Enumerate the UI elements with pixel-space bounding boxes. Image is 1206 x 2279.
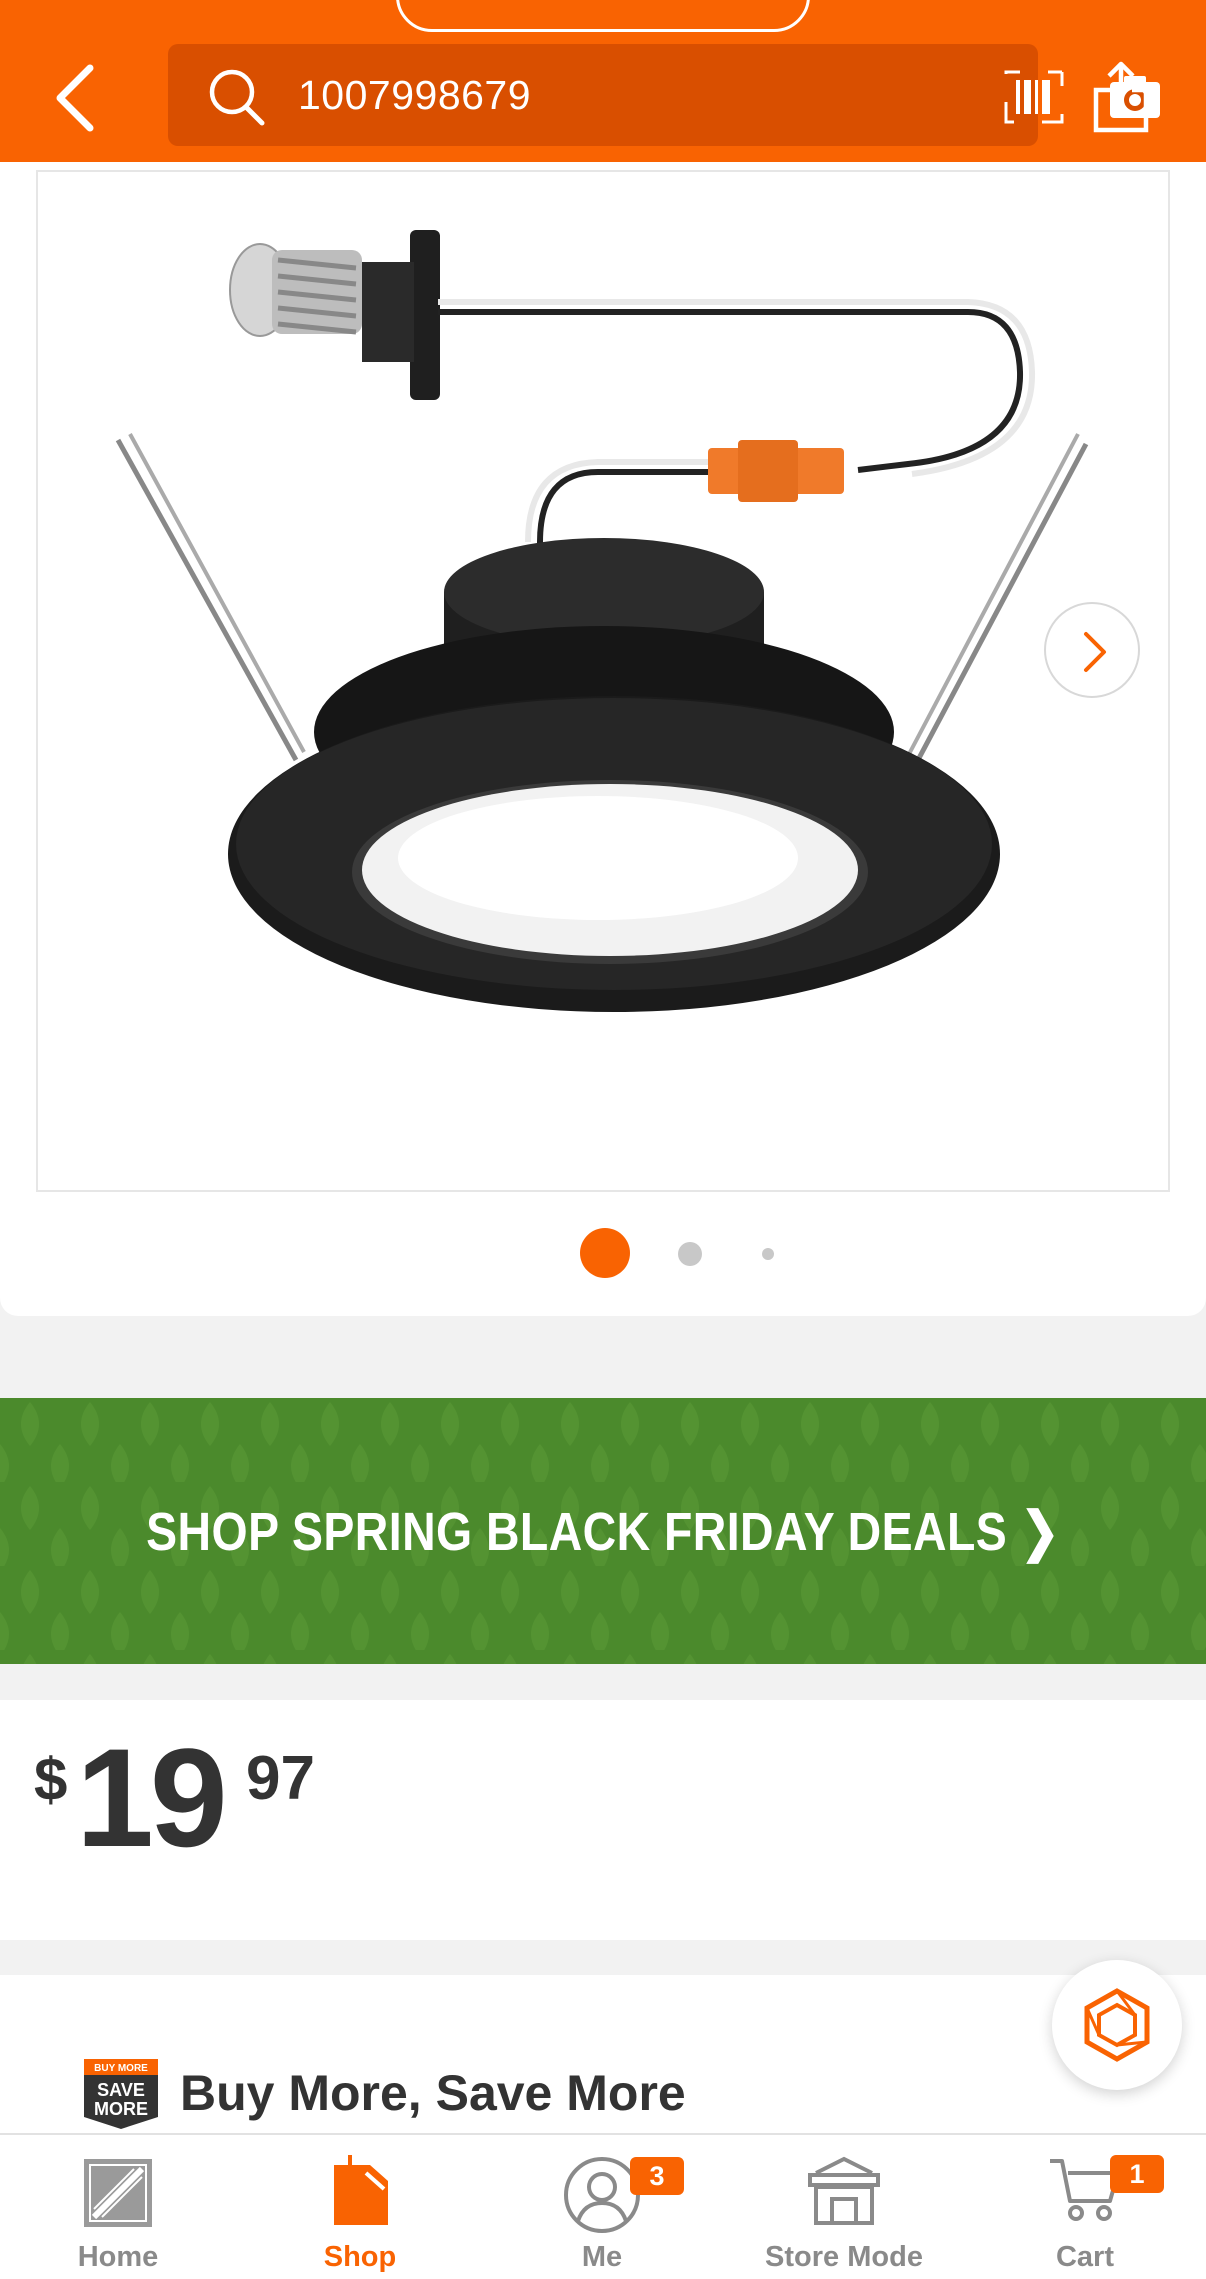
store-icon [808, 2156, 880, 2225]
buy-more-save-more-section[interactable]: BUY MORE SAVE MORE Buy More, Save More [0, 1975, 1206, 2135]
product-image[interactable] [36, 170, 1170, 1192]
tab-store-mode[interactable]: Store Mode [744, 2135, 944, 2279]
tab-cart-label: Cart [1055, 2241, 1114, 2273]
tab-me[interactable]: 3 Me [512, 2135, 692, 2279]
gallery-dot[interactable] [762, 1248, 774, 1260]
badge-line-2: SAVE [97, 2080, 145, 2100]
buy-more-save-more-badge-icon: BUY MORE SAVE MORE [84, 2059, 158, 2129]
tab-me-label: Me [581, 2241, 623, 2273]
hexagon-assistant-icon [1084, 1988, 1150, 2062]
gallery-dot-active[interactable] [580, 1228, 630, 1278]
cart-count-badge: 1 [1110, 2155, 1164, 2193]
back-button[interactable] [48, 58, 108, 138]
top-app-bar: 1007998679 [0, 0, 1206, 162]
share-icon [1093, 61, 1149, 133]
search-icon [209, 69, 265, 126]
tab-store-mode-label: Store Mode [765, 2241, 923, 2273]
search-query-text[interactable]: 1007998679 [298, 69, 531, 121]
tab-cart[interactable]: 1 Cart [1000, 2135, 1170, 2279]
next-image-button[interactable] [1044, 602, 1140, 698]
tab-shop-label: Shop [323, 2241, 397, 2273]
recessed-downlight-image [115, 230, 1089, 1012]
banner-text: SHOP SPRING BLACK FRIDAY DEALS ❯ [146, 1501, 1060, 1562]
product-image-card [0, 162, 1206, 1316]
top-pill-button[interactable] [396, 0, 810, 32]
shop-icon [334, 2155, 388, 2225]
price-cents: 97 [246, 1744, 315, 1813]
chevron-right-icon [1084, 632, 1106, 672]
assistant-fab-button[interactable] [1052, 1960, 1182, 2090]
bottom-tab-bar: Home Shop 3 Me Store Mode 1 Cart [0, 2133, 1206, 2279]
promo-banner[interactable]: SHOP SPRING BLACK FRIDAY DEALS ❯ [0, 1398, 1206, 1664]
home-depot-logo-icon [84, 2159, 152, 2227]
back-chevron-icon [56, 64, 94, 132]
price-dollars: 19 [76, 1719, 228, 1876]
me-notification-badge: 3 [630, 2157, 684, 2195]
barcode-icon[interactable] [1004, 70, 1064, 124]
search-bar[interactable]: 1007998679 [168, 44, 1160, 146]
price-currency: $ [34, 1746, 68, 1813]
badge-line-1: BUY MORE [94, 2063, 148, 2074]
badge-line-3: MORE [94, 2099, 148, 2119]
tab-home-label: Home [77, 2241, 159, 2273]
buy-more-save-more-title: Buy More, Save More [180, 2065, 686, 2121]
gallery-dot[interactable] [678, 1242, 702, 1266]
share-button[interactable] [1090, 58, 1152, 134]
tab-shop[interactable]: Shop [270, 2135, 450, 2279]
price-card: $ 19 97 [0, 1700, 1206, 1940]
tab-home[interactable]: Home [28, 2135, 208, 2279]
